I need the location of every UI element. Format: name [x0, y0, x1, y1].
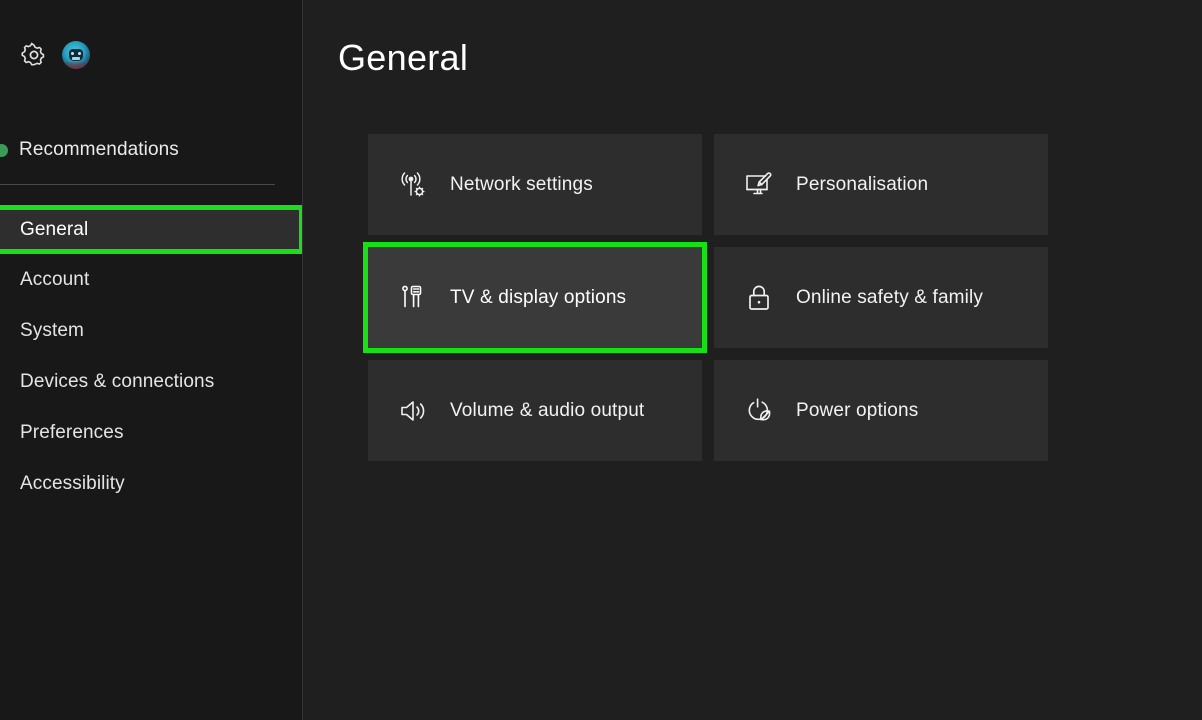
sidebar-header-icons [20, 41, 90, 69]
sidebar-item-label: System [20, 319, 84, 341]
page-title: General [338, 37, 469, 78]
sidebar-item-general[interactable]: General [0, 205, 304, 254]
avatar-eye-left [71, 52, 74, 55]
monitor-brush-icon [742, 168, 776, 202]
tile-tv-display-options[interactable]: TV & display options [363, 242, 707, 353]
gear-icon[interactable] [20, 41, 48, 69]
tile-row: Network settings Personalisation [368, 134, 1112, 235]
sidebar-item-preferences[interactable]: Preferences [0, 407, 303, 458]
power-leaf-icon [742, 394, 776, 428]
sidebar-item-recommendations[interactable]: Recommendations [0, 131, 303, 169]
sidebar-item-label: General [20, 218, 89, 240]
tile-volume-audio-output[interactable]: Volume & audio output [368, 360, 702, 461]
speaker-icon [396, 394, 430, 428]
main-content: General Network settings Personalisation… [303, 0, 1202, 720]
sidebar: Recommendations General Account System D… [0, 0, 304, 720]
tile-personalisation[interactable]: Personalisation [714, 134, 1048, 235]
tile-row: Volume & audio output Power options [368, 360, 1112, 461]
sidebar-item-system[interactable]: System [0, 305, 303, 356]
lock-icon [742, 281, 776, 315]
avatar[interactable] [62, 41, 90, 69]
avatar-body [62, 62, 90, 69]
avatar-eye-right [78, 52, 81, 55]
tile-label: Personalisation [796, 173, 929, 195]
tile-power-options[interactable]: Power options [714, 360, 1048, 461]
tile-network-settings[interactable]: Network settings [368, 134, 702, 235]
sidebar-item-accessibility[interactable]: Accessibility [0, 458, 303, 509]
sidebar-item-label: Devices & connections [20, 370, 215, 392]
settings-tile-grid: Network settings Personalisation TV & di… [363, 134, 1112, 473]
status-dot-icon [0, 143, 8, 157]
tile-online-safety-family[interactable]: Online safety & family [714, 247, 1048, 348]
sidebar-item-label: Accessibility [20, 472, 125, 494]
tile-label: Volume & audio output [450, 399, 645, 421]
hdmi-plug-icon [396, 281, 430, 315]
tile-label: Network settings [450, 173, 593, 195]
avatar-mouth [72, 57, 80, 60]
sidebar-item-label: Account [20, 268, 90, 290]
tile-label: TV & display options [450, 286, 627, 308]
tile-label: Power options [796, 399, 919, 421]
network-antenna-gear-icon [396, 168, 430, 202]
tile-row: TV & display options Online safety & fam… [363, 242, 1112, 353]
sidebar-item-label: Preferences [20, 421, 124, 443]
tile-label: Online safety & family [796, 286, 984, 308]
sidebar-nav-list: General Account System Devices & connect… [0, 205, 304, 509]
sidebar-item-devices-connections[interactable]: Devices & connections [0, 356, 303, 407]
sidebar-divider [0, 184, 275, 185]
sidebar-item-account[interactable]: Account [0, 254, 303, 305]
sidebar-item-label: Recommendations [19, 139, 179, 160]
